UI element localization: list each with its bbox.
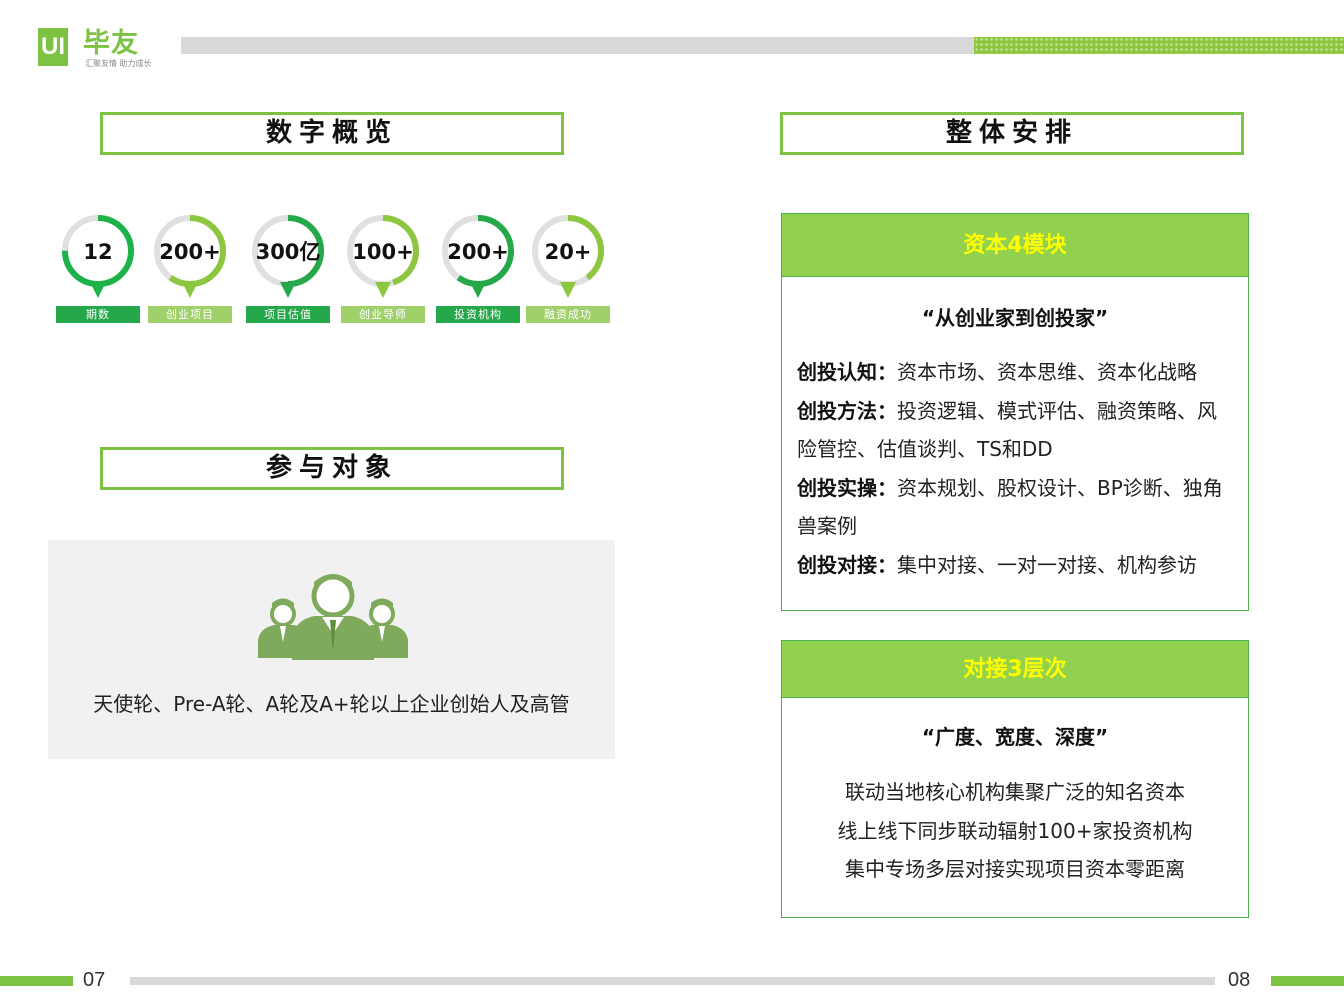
connection-levels-box: 对接3层次 “广度、宽度、深度” 联动当地核心机构集聚广泛的知名资本 线上线下同… [781, 640, 1249, 918]
level-line: 集中专场多层对接实现项目资本零距离 [845, 857, 1185, 881]
stat-value: 20+ [544, 240, 592, 264]
page-number-left: 07 [83, 969, 106, 991]
stat-label: 创业导师 [341, 306, 425, 323]
connection-levels-header: 对接3层次 [782, 641, 1248, 698]
connection-levels-list: 联动当地核心机构集聚广泛的知名资本 线上线下同步联动辐射100+家投资机构 集中… [782, 773, 1248, 889]
capital-modules-quote: “从创业家到创投家” [921, 306, 1109, 330]
section-title-overview: 数字概览 [100, 112, 564, 155]
stat-value: 12 [83, 240, 113, 264]
stat-label: 投资机构 [436, 306, 520, 323]
stat-label: 融资成功 [526, 306, 610, 323]
footer-accent-right [1271, 976, 1344, 986]
module-item: 创投对接：集中对接、一对一对接、机构参访 [797, 546, 1232, 585]
level-line: 线上线下同步联动辐射100+家投资机构 [837, 818, 1193, 843]
stat-item: 200+ 投资机构 [436, 212, 520, 328]
footer-accent-left [0, 976, 73, 986]
module-item-value: 集中对接、一对一对接、机构参访 [897, 552, 1197, 577]
module-item-key: 创投对接： [797, 552, 897, 577]
module-item-key: 创投方法： [797, 398, 897, 423]
stat-value: 100+ [352, 240, 414, 264]
stat-item: 20+ 融资成功 [526, 212, 610, 328]
stat-value: 200+ [159, 240, 221, 264]
connection-levels-quote: “广度、宽度、深度” [921, 725, 1109, 749]
logo-name: 毕友 [83, 28, 139, 59]
stat-item: 12 期数 [56, 212, 140, 328]
capital-modules-list: 创投认知：资本市场、资本思维、资本化战略 创投方法：投资逻辑、模式评估、融资策略… [782, 333, 1248, 584]
logo-mark: UI [38, 28, 68, 66]
capital-modules-box: 资本4模块 “从创业家到创投家” 创投认知：资本市场、资本思维、资本化战略 创投… [781, 213, 1249, 611]
stat-label: 创业项目 [148, 306, 232, 323]
stat-label: 项目估值 [246, 306, 330, 323]
capital-modules-header: 资本4模块 [782, 214, 1248, 277]
header-bar [181, 37, 974, 54]
logo-slogan: 汇聚友情 助力成长 [85, 59, 152, 68]
section-title-participants: 参与对象 [100, 447, 564, 490]
participants-panel: 天使轮、Pre-A轮、A轮及A+轮以上企业创始人及高管 [48, 540, 615, 759]
page-number-right: 08 [1228, 969, 1251, 991]
stat-item: 100+ 创业导师 [341, 212, 425, 328]
stat-value: 300亿 [255, 240, 321, 264]
section-title-arrangement: 整体安排 [780, 112, 1244, 155]
module-item: 创投方法：投资逻辑、模式评估、融资策略、风险管控、估值谈判、TS和DD [797, 392, 1232, 469]
module-item-key: 创投实操： [797, 475, 897, 500]
footer-bar [130, 977, 1215, 985]
stat-item: 200+ 创业项目 [148, 212, 232, 328]
stat-label: 期数 [56, 306, 140, 323]
participants-text: 天使轮、Pre-A轮、A轮及A+轮以上企业创始人及高管 [93, 692, 570, 716]
level-line: 联动当地核心机构集聚广泛的知名资本 [845, 780, 1185, 804]
module-item-value: 资本市场、资本思维、资本化战略 [897, 360, 1197, 384]
module-item: 创投认知：资本市场、资本思维、资本化战略 [797, 353, 1232, 392]
brand-logo: UI 毕友 汇聚友情 助力成长 [38, 28, 168, 72]
stat-item: 300亿 项目估值 [246, 212, 330, 328]
module-item: 创投实操：资本规划、股权设计、BP诊断、独角兽案例 [797, 469, 1232, 546]
header-bar-accent [974, 37, 1344, 54]
module-item-key: 创投认知： [797, 360, 897, 384]
stat-value: 200+ [447, 240, 509, 264]
people-group-icon [258, 574, 408, 660]
